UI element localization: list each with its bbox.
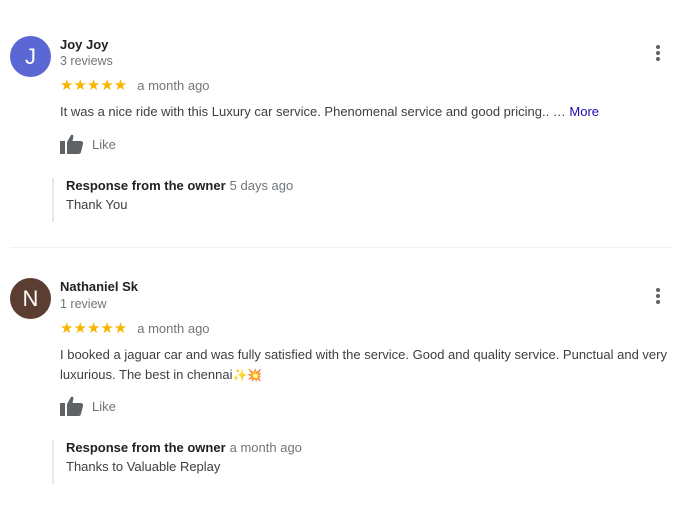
avatar[interactable]: N [10, 278, 51, 319]
owner-response-title: Response from the owner a month ago [66, 440, 566, 455]
review-card: N Nathaniel Sk 1 review ★★★★★ a month ag… [0, 0, 683, 526]
like-label: Like [92, 398, 116, 414]
review-count: 1 review [60, 297, 107, 311]
sparkle-collision-emoji: ✨💥 [232, 368, 263, 382]
star-rating: ★★★★★ [60, 320, 128, 337]
more-vert-icon[interactable] [655, 287, 661, 305]
owner-response-text: Thanks to Valuable Replay [66, 459, 221, 474]
review-text-body: I booked a jaguar car and was fully sati… [60, 347, 667, 382]
thumbs-up-icon [60, 396, 84, 416]
rating-row: ★★★★★ a month ago [60, 321, 210, 336]
review-text: I booked a jaguar car and was fully sati… [60, 345, 671, 385]
like-button[interactable]: Like [60, 396, 116, 416]
review-time: a month ago [137, 321, 210, 336]
owner-response-time: a month ago [229, 440, 302, 455]
owner-response-label: Response from the owner [66, 440, 226, 455]
reviewer-name[interactable]: Nathaniel Sk [60, 279, 138, 294]
owner-response: Response from the owner a month ago Thank… [52, 440, 566, 484]
